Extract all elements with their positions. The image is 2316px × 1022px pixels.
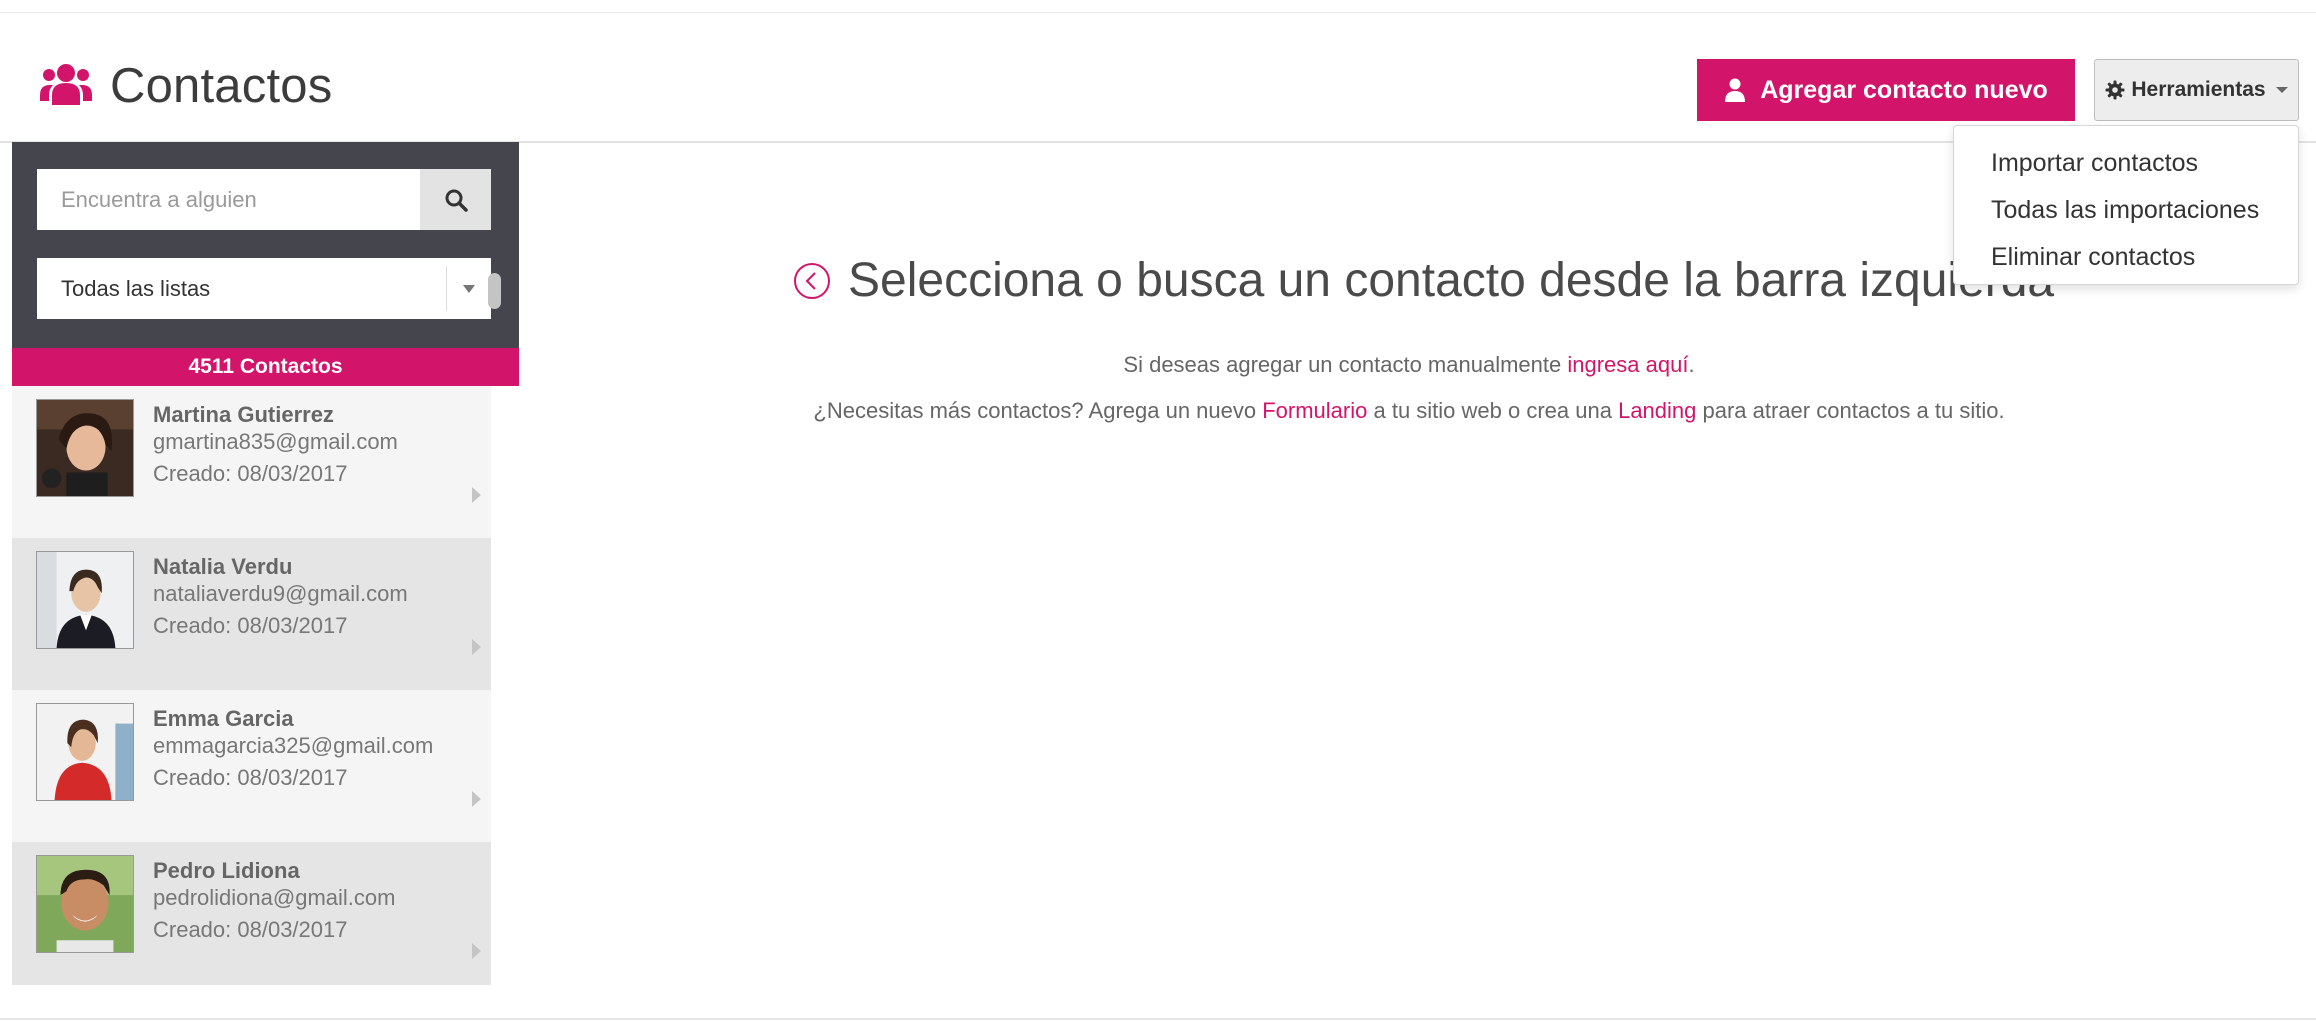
contact-count-bar: 4511 Contactos	[12, 348, 519, 386]
tools-menu: Importar contactos Todas las importacion…	[1953, 125, 2299, 285]
search-button[interactable]	[420, 169, 491, 230]
contact-list-item[interactable]: Pedro Lidiona pedrolidiona@gmail.com Cre…	[12, 842, 491, 985]
gear-icon	[2105, 80, 2125, 100]
contact-count: 4511 Contactos	[188, 355, 343, 378]
chevron-right-icon	[472, 639, 481, 655]
chevron-down-icon	[2275, 87, 2288, 93]
contact-name: Pedro Lidiona	[153, 858, 300, 883]
contact-email: nataliaverdu9@gmail.com	[153, 581, 408, 606]
contacts-sidebar: Todas las listas 4511 Contactos Martina …	[12, 142, 519, 985]
hint-text: Si deseas agregar un contacto manualment…	[1123, 352, 1568, 377]
scrollbar-thumb[interactable]	[488, 273, 501, 309]
contact-created-date: Creado: 08/03/2017	[153, 461, 348, 486]
list-filter-select[interactable]: Todas las listas	[37, 258, 491, 319]
contact-email: emmagarcia325@gmail.com	[153, 733, 434, 758]
select-arrow-icon	[446, 266, 491, 311]
add-contact-label: Agregar contacto nuevo	[1760, 75, 2048, 104]
landing-link[interactable]: Landing	[1618, 398, 1696, 423]
contact-email: gmartina835@gmail.com	[153, 429, 398, 454]
manual-add-link[interactable]: ingresa aquí	[1567, 352, 1688, 377]
contact-avatar	[36, 855, 134, 953]
empty-state-title: Selecciona o busca un contacto desde la …	[848, 254, 2055, 307]
chevron-right-icon	[472, 487, 481, 503]
tools-dropdown-button[interactable]: Herramientas	[2094, 59, 2299, 121]
contact-created-date: Creado: 08/03/2017	[153, 765, 348, 790]
contact-email: pedrolidiona@gmail.com	[153, 885, 396, 910]
avatar-photo-man-icon	[37, 856, 133, 952]
contact-created-date: Creado: 08/03/2017	[153, 613, 348, 638]
menu-item-all-imports[interactable]: Todas las importaciones	[1954, 187, 2298, 234]
hint-text: ¿Necesitas más contactos? Agrega un nuev…	[813, 398, 1263, 423]
user-icon	[1725, 78, 1746, 102]
contact-avatar	[36, 399, 134, 497]
more-contacts-hint: ¿Necesitas más contactos? Agrega un nuev…	[519, 398, 2299, 424]
search-icon	[445, 189, 468, 212]
contact-created-date: Creado: 08/03/2017	[153, 917, 348, 942]
contact-name: Emma Garcia	[153, 706, 294, 731]
menu-item-delete-contacts[interactable]: Eliminar contactos	[1954, 234, 2298, 281]
add-contact-button[interactable]: Agregar contacto nuevo	[1697, 59, 2075, 121]
hint-text: .	[1688, 352, 1695, 377]
contact-list-scrollbar[interactable]	[491, 386, 519, 985]
chevron-right-icon	[472, 943, 481, 959]
contact-avatar	[36, 551, 134, 649]
contact-name: Natalia Verdu	[153, 554, 293, 579]
contact-avatar	[36, 703, 134, 801]
page-title: Contactos	[40, 54, 332, 118]
hint-text: a tu sitio web o crea una	[1367, 398, 1619, 423]
avatar-photo-woman-icon	[37, 400, 133, 496]
contact-name: Martina Gutierrez	[153, 402, 334, 427]
form-link[interactable]: Formulario	[1262, 398, 1367, 423]
empty-state-heading: Selecciona o busca un contacto desde la …	[792, 253, 2054, 308]
contact-list-item[interactable]: Natalia Verdu nataliaverdu9@gmail.com Cr…	[12, 538, 491, 690]
sidebar-filters: Todas las listas	[12, 142, 519, 348]
page-title-text: Contactos	[110, 59, 333, 113]
users-icon	[40, 64, 92, 105]
top-divider	[0, 12, 2316, 13]
chevron-left-circle-icon	[794, 262, 830, 299]
tools-label: Herramientas	[2131, 78, 2266, 101]
search-input[interactable]	[37, 169, 433, 230]
chevron-right-icon	[472, 791, 481, 807]
bottom-divider	[0, 1018, 2316, 1020]
hint-text: para atraer contactos a tu sitio.	[1696, 398, 2005, 423]
avatar-photo-woman-icon	[37, 552, 133, 648]
contact-list: Martina Gutierrez gmartina835@gmail.com …	[12, 386, 491, 985]
menu-item-import-contacts[interactable]: Importar contactos	[1954, 140, 2298, 187]
avatar-photo-woman-icon	[37, 704, 133, 800]
manual-add-hint: Si deseas agregar un contacto manualment…	[519, 352, 2299, 378]
list-filter-value: Todas las listas	[61, 275, 211, 301]
contact-list-item[interactable]: Martina Gutierrez gmartina835@gmail.com …	[12, 386, 491, 538]
contact-list-item[interactable]: Emma Garcia emmagarcia325@gmail.com Crea…	[12, 690, 491, 842]
